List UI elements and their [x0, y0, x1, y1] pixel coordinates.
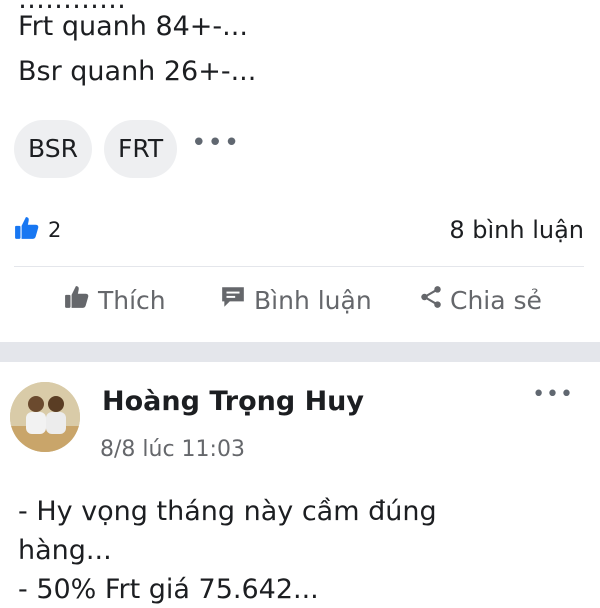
- post-actions: Thích Bình luận Chia sẻ: [0, 284, 600, 330]
- more-horizontal-icon[interactable]: •••: [191, 128, 240, 158]
- tag-bsr[interactable]: BSR: [14, 120, 92, 178]
- post-line: - 50% Frt giá 75.642...: [18, 574, 319, 605]
- tag-frt[interactable]: FRT: [103, 120, 178, 178]
- post-timestamp[interactable]: 8/8 lúc 11:03: [100, 437, 245, 462]
- comment-label: Bình luận: [254, 285, 372, 315]
- divider: [14, 266, 584, 267]
- comment-icon: [220, 284, 246, 316]
- feed-separator: [0, 342, 600, 362]
- like-button[interactable]: Thích: [64, 284, 166, 316]
- like-count: 2: [48, 218, 62, 242]
- author-name[interactable]: Hoàng Trọng Huy: [102, 386, 364, 417]
- thumbs-up-icon: [14, 215, 40, 245]
- post-line: - Hy vọng tháng này cầm đúng: [18, 496, 437, 527]
- share-label: Chia sẻ: [450, 285, 542, 315]
- share-button[interactable]: Chia sẻ: [418, 284, 542, 316]
- comment-count[interactable]: 8 bình luận: [449, 216, 584, 244]
- post-stats: 2 8 bình luận: [14, 212, 584, 248]
- thumbs-up-outline-icon: [64, 284, 90, 316]
- share-icon: [418, 284, 444, 316]
- comment-button[interactable]: Bình luận: [220, 284, 372, 316]
- post-line: Frt quanh 84+-...: [18, 11, 248, 42]
- post-line: Bsr quanh 26+-...: [18, 56, 257, 87]
- more-options-icon[interactable]: •••: [532, 382, 574, 407]
- like-label: Thích: [98, 285, 166, 315]
- avatar[interactable]: [10, 382, 80, 452]
- reaction-summary[interactable]: 2: [14, 215, 61, 245]
- tag-list: BSR FRT •••: [14, 120, 240, 178]
- post-line: hàng...: [18, 535, 112, 566]
